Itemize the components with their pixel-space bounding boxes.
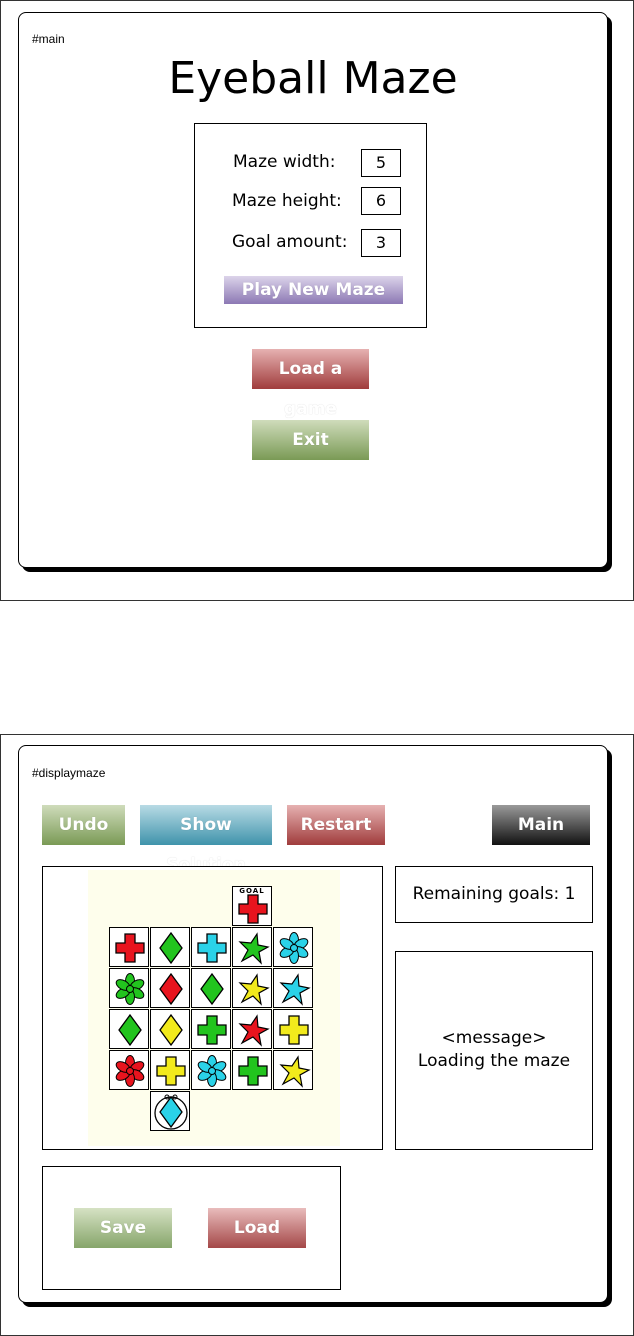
green-star-icon xyxy=(238,932,270,965)
maze-height-input[interactable]: 6 xyxy=(361,187,401,215)
maze-panel: GOAL xyxy=(42,866,383,1150)
maze-height-label: Maze height: xyxy=(232,191,342,211)
goal-amount-label: Goal amount: xyxy=(232,232,348,252)
main-tag: #main xyxy=(32,32,65,46)
cyan-flower-icon xyxy=(197,1055,227,1087)
play-new-maze-button[interactable]: Play New Maze xyxy=(224,276,403,304)
maze-cell[interactable] xyxy=(191,1050,231,1090)
save-button[interactable]: Save xyxy=(74,1208,172,1248)
goal-label: GOAL xyxy=(239,887,265,895)
main-window: #main Eyeball Maze Maze width: 5 Maze he… xyxy=(18,12,608,568)
maze-cell[interactable] xyxy=(109,968,149,1008)
red-cross-icon xyxy=(238,894,268,924)
page-title: Eyeball Maze xyxy=(168,53,458,104)
red-cross-icon xyxy=(115,933,145,963)
red-flower-icon xyxy=(115,1055,145,1087)
yellow-cross-icon xyxy=(156,1056,186,1086)
new-maze-form: Maze width: 5 Maze height: 6 Goal amount… xyxy=(194,123,427,328)
maze-width-label: Maze width: xyxy=(233,152,336,172)
maze-cell[interactable] xyxy=(150,927,190,967)
maze-cell[interactable] xyxy=(109,927,149,967)
main-button[interactable]: Main xyxy=(492,805,590,845)
maze-cell[interactable] xyxy=(191,927,231,967)
yellow-star-icon xyxy=(279,1055,311,1088)
eyeball-icon xyxy=(154,1094,188,1130)
yellow-star-icon xyxy=(238,973,270,1006)
maze-cell[interactable] xyxy=(232,927,272,967)
maze-cell[interactable] xyxy=(150,1050,190,1090)
green-cross-icon xyxy=(197,1015,227,1045)
green-diamond-icon xyxy=(118,1013,142,1047)
maze-cell[interactable] xyxy=(232,968,272,1008)
exit-button[interactable]: Exit xyxy=(252,420,369,460)
maze-tag: #displaymaze xyxy=(32,766,106,780)
maze-cell[interactable] xyxy=(191,1009,231,1049)
main-frame: #main Eyeball Maze Maze width: 5 Maze he… xyxy=(0,0,634,601)
goal-cell[interactable]: GOAL xyxy=(232,886,272,926)
eyeball-cell[interactable] xyxy=(150,1091,190,1131)
yellow-diamond-icon xyxy=(159,1013,183,1047)
message-panel: <message> Loading the maze xyxy=(395,951,593,1150)
remaining-goals-panel: Remaining goals: 1 xyxy=(395,866,593,923)
restart-button[interactable]: Restart xyxy=(287,805,385,845)
maze-cell[interactable] xyxy=(273,927,313,967)
maze-cell[interactable] xyxy=(273,1050,313,1090)
maze-frame: #displaymaze Undo Show Solution Restart … xyxy=(0,734,634,1336)
maze-cell[interactable] xyxy=(232,1009,272,1049)
load-button[interactable]: Load xyxy=(208,1208,306,1248)
cyan-flower-icon xyxy=(279,932,309,964)
show-solution-button[interactable]: Show Solution xyxy=(140,805,272,875)
goal-amount-input[interactable]: 3 xyxy=(361,229,401,257)
maze-cell[interactable] xyxy=(150,1009,190,1049)
maze-cell[interactable] xyxy=(273,1009,313,1049)
maze-cell[interactable] xyxy=(232,1050,272,1090)
maze-cell[interactable] xyxy=(191,968,231,1008)
remaining-goals-text: Remaining goals: 1 xyxy=(412,884,576,904)
maze-cell[interactable] xyxy=(109,1050,149,1090)
maze-cell[interactable] xyxy=(273,968,313,1008)
maze-window: #displaymaze Undo Show Solution Restart … xyxy=(18,745,608,1303)
maze-cell[interactable] xyxy=(150,968,190,1008)
undo-button[interactable]: Undo xyxy=(42,805,125,845)
green-diamond-icon xyxy=(200,972,224,1006)
message-text: Loading the maze xyxy=(417,1051,571,1071)
save-load-panel: Save Load xyxy=(42,1166,341,1290)
yellow-cross-icon xyxy=(279,1015,309,1045)
green-cross-icon xyxy=(238,1056,268,1086)
load-game-button[interactable]: Load a game xyxy=(252,349,369,419)
cyan-cross-icon xyxy=(197,933,227,963)
red-star-icon xyxy=(238,1014,270,1047)
message-placeholder: <message> xyxy=(441,1028,547,1048)
maze-board: GOAL xyxy=(88,870,340,1146)
maze-cell[interactable] xyxy=(109,1009,149,1049)
maze-width-input[interactable]: 5 xyxy=(361,149,401,177)
green-flower-icon xyxy=(115,973,145,1005)
green-diamond-icon xyxy=(159,931,183,965)
cyan-star-icon xyxy=(279,973,311,1006)
red-diamond-icon xyxy=(159,972,183,1006)
